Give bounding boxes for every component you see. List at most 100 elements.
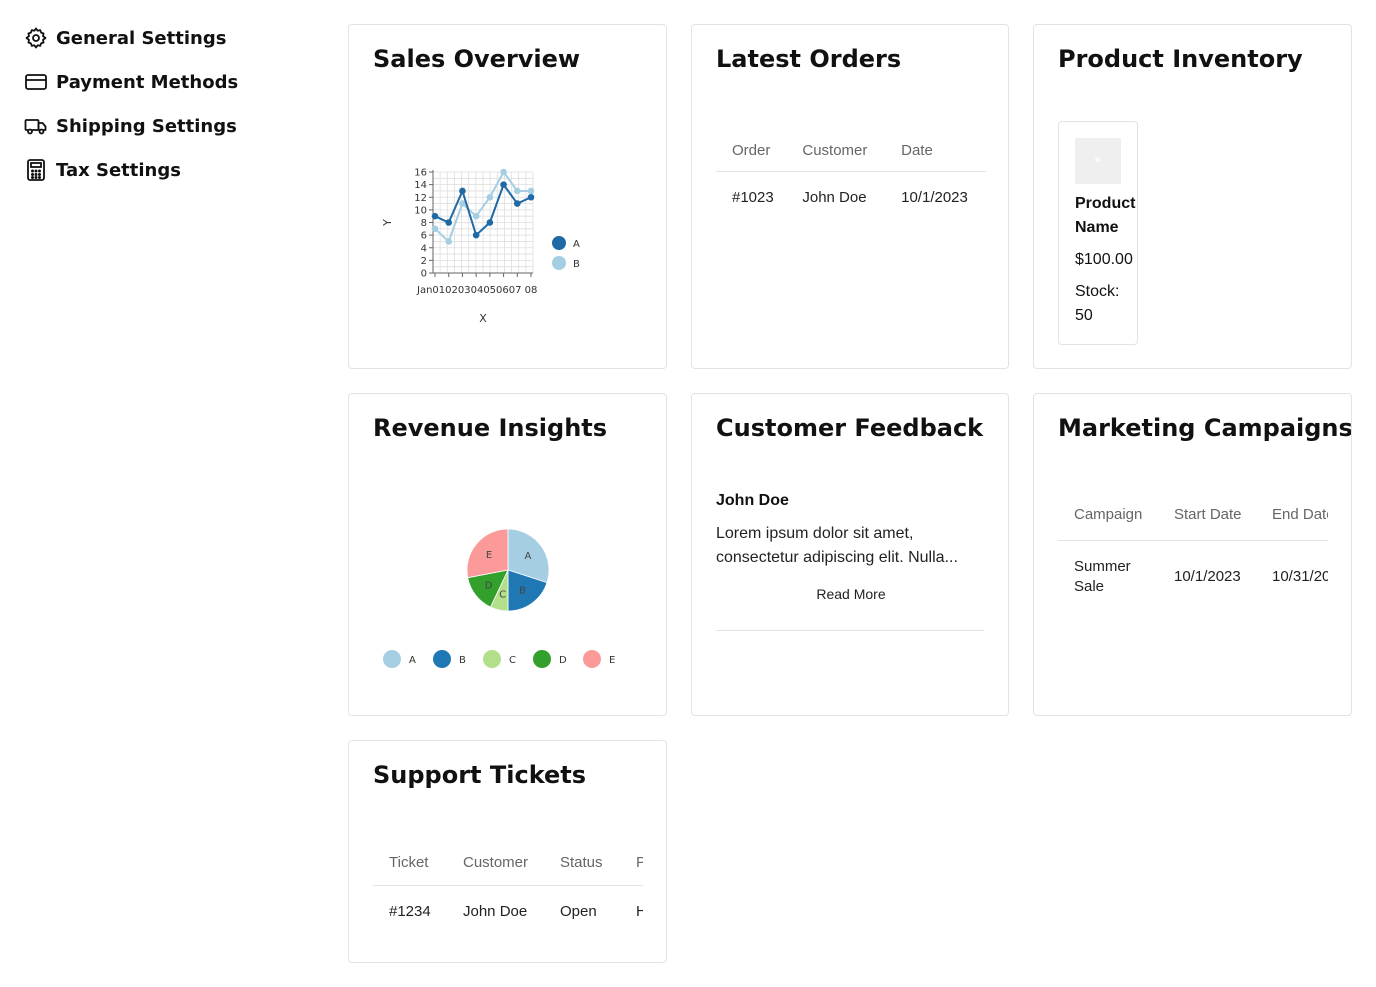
column-header-date[interactable]: Date [885,131,986,172]
tickets-table: Ticket Customer Status Priority #1234 Jo… [373,841,643,937]
order-id-cell: #1023 [732,188,774,206]
product-stock: Stock: 50 [1075,283,1120,324]
y-tick-label: 16 [414,168,427,179]
sidebar-item-payment-methods[interactable]: Payment Methods [24,68,324,96]
data-point-A [500,181,507,188]
customer-feedback-card: Customer Feedback John Doe Lorem ipsum d… [691,393,1009,716]
orders-table: Order Customer Date #1023 John Doe 10/1/… [716,131,986,223]
tickets-table-scroll[interactable]: Ticket Customer Status Priority #1234 Jo… [373,841,643,937]
data-point-A [431,212,439,220]
image-placeholder-icon [1095,157,1100,162]
product-name: Product Name [1075,195,1136,236]
legend-label-A: A [573,239,580,250]
legend-label-B: B [459,655,466,666]
customer-cell: John Doe [802,188,867,206]
pie-slice-label-A: A [524,551,531,562]
support-tickets-card: Support Tickets Ticket Customer Status P… [348,740,667,963]
column-header-end-date[interactable]: End Date [1256,490,1328,541]
card-title: Latest Orders [716,45,902,73]
pie-slice-label-D: D [485,581,493,592]
gear-icon [24,26,48,50]
divider [716,630,984,631]
pie-slice-label-E: E [486,550,492,561]
legend-label-C: C [509,655,516,666]
product-price: $100.00 [1075,251,1133,268]
x-tick-labels: Jan01020304050607 08 [416,285,537,296]
data-point-B [445,238,453,245]
product-inventory-card: Product Inventory Product Name $100.00 S… [1033,24,1352,369]
column-header-status[interactable]: Status [544,841,620,886]
sales-overview-card: Sales Overview 0 2 4 6 8 10 12 14 16 Jan010203040… [348,24,667,369]
customer-cell: John Doe [463,902,528,920]
data-point-B [527,187,535,195]
sidebar-item-general-settings[interactable]: General Settings [24,24,324,52]
y-tick-label: 4 [421,243,427,254]
sidebar-item-label: Payment Methods [56,71,239,93]
y-tick-label: 12 [414,193,427,204]
column-header-priority[interactable]: Priority [620,841,643,886]
card-title: Product Inventory [1058,45,1303,73]
column-header-campaign[interactable]: Campaign [1058,490,1158,541]
calculator-icon [24,158,48,182]
pie-slice-label-B: B [519,585,526,596]
data-point-A [527,193,535,201]
y-tick-label: 8 [421,218,427,229]
feedback-text: Lorem ipsum dolor sit amet, consectetur … [716,525,958,566]
sidebar-item-tax-settings[interactable]: Tax Settings [24,156,324,184]
column-header-order[interactable]: Order [716,131,787,172]
campaigns-table: Campaign Start Date End Date Summer Sale… [1058,490,1328,614]
start-date-cell: 10/1/2023 [1174,568,1241,586]
status-cell: Open [560,902,597,920]
legend-marker-B [433,650,451,668]
read-more-button[interactable]: Read More [716,586,986,602]
credit-card-icon [24,70,48,94]
marketing-campaigns-card: Marketing Campaigns Campaign Start Date … [1033,393,1352,716]
table-row[interactable]: #1234 John Doe Open High [373,885,643,937]
legend-label-B: B [573,259,580,270]
column-header-ticket[interactable]: Ticket [373,841,447,886]
sales-line-chart: 0 2 46 8 1012 1416 Jan01020304050607 08 X Y AB [381,168,580,326]
card-title: Support Tickets [373,761,587,789]
table-row[interactable]: Summer Sale 10/1/2023 10/31/2023 [1058,540,1328,614]
product-card[interactable]: Product Name $100.00 Stock: 50 [1058,121,1138,345]
latest-orders-card: Latest Orders Order Customer Date #1023 … [691,24,1009,369]
priority-cell: High [620,885,643,937]
y-tick-label: 0 [421,269,427,280]
ticket-id-cell: #1234 [389,902,431,920]
column-header-customer[interactable]: Customer [447,841,544,886]
data-point-B [486,193,494,201]
end-date-cell: 10/31/2023 [1272,568,1328,586]
card-title: Customer Feedback [716,414,984,442]
legend-label-E: E [609,655,615,666]
sidebar-item-shipping-settings[interactable]: Shipping Settings [24,112,324,140]
legend-label-D: D [559,655,567,666]
y-tick-label: 14 [414,180,427,191]
truck-icon [24,114,48,138]
sidebar-item-label: Shipping Settings [56,115,237,137]
sidebar: General Settings Payment Methods Shippin… [24,24,324,200]
legend-marker-A [552,236,566,250]
legend-marker-B [552,256,566,270]
legend-marker-D [533,650,551,668]
feedback-author: John Doe [716,492,789,509]
legend-label-A: A [409,655,416,666]
x-axis-label: X [479,312,487,325]
table-row[interactable]: #1023 John Doe 10/1/2023 [716,171,986,223]
data-point-B [472,212,480,220]
revenue-insights-card: Revenue Insights ABCDEABCDE [348,393,667,716]
revenue-pie-chart: ABCDEA B C D E [383,528,615,668]
campaigns-table-scroll[interactable]: Campaign Start Date End Date Summer Sale… [1058,490,1328,614]
campaign-cell: Summer Sale [1074,558,1131,596]
data-point-A [445,219,453,226]
legend-marker-E [583,650,601,668]
column-header-customer[interactable]: Customer [786,131,886,172]
data-point-A [459,187,466,195]
y-tick-label: 10 [414,205,427,216]
legend-marker-C [483,650,501,668]
date-cell: 10/1/2023 [901,188,968,206]
card-title: Marketing Campaigns [1058,414,1352,442]
column-header-start-date[interactable]: Start Date [1158,490,1256,541]
sidebar-item-label: General Settings [56,27,227,49]
legend-marker-A [383,650,401,668]
sidebar-item-label: Tax Settings [56,159,181,181]
